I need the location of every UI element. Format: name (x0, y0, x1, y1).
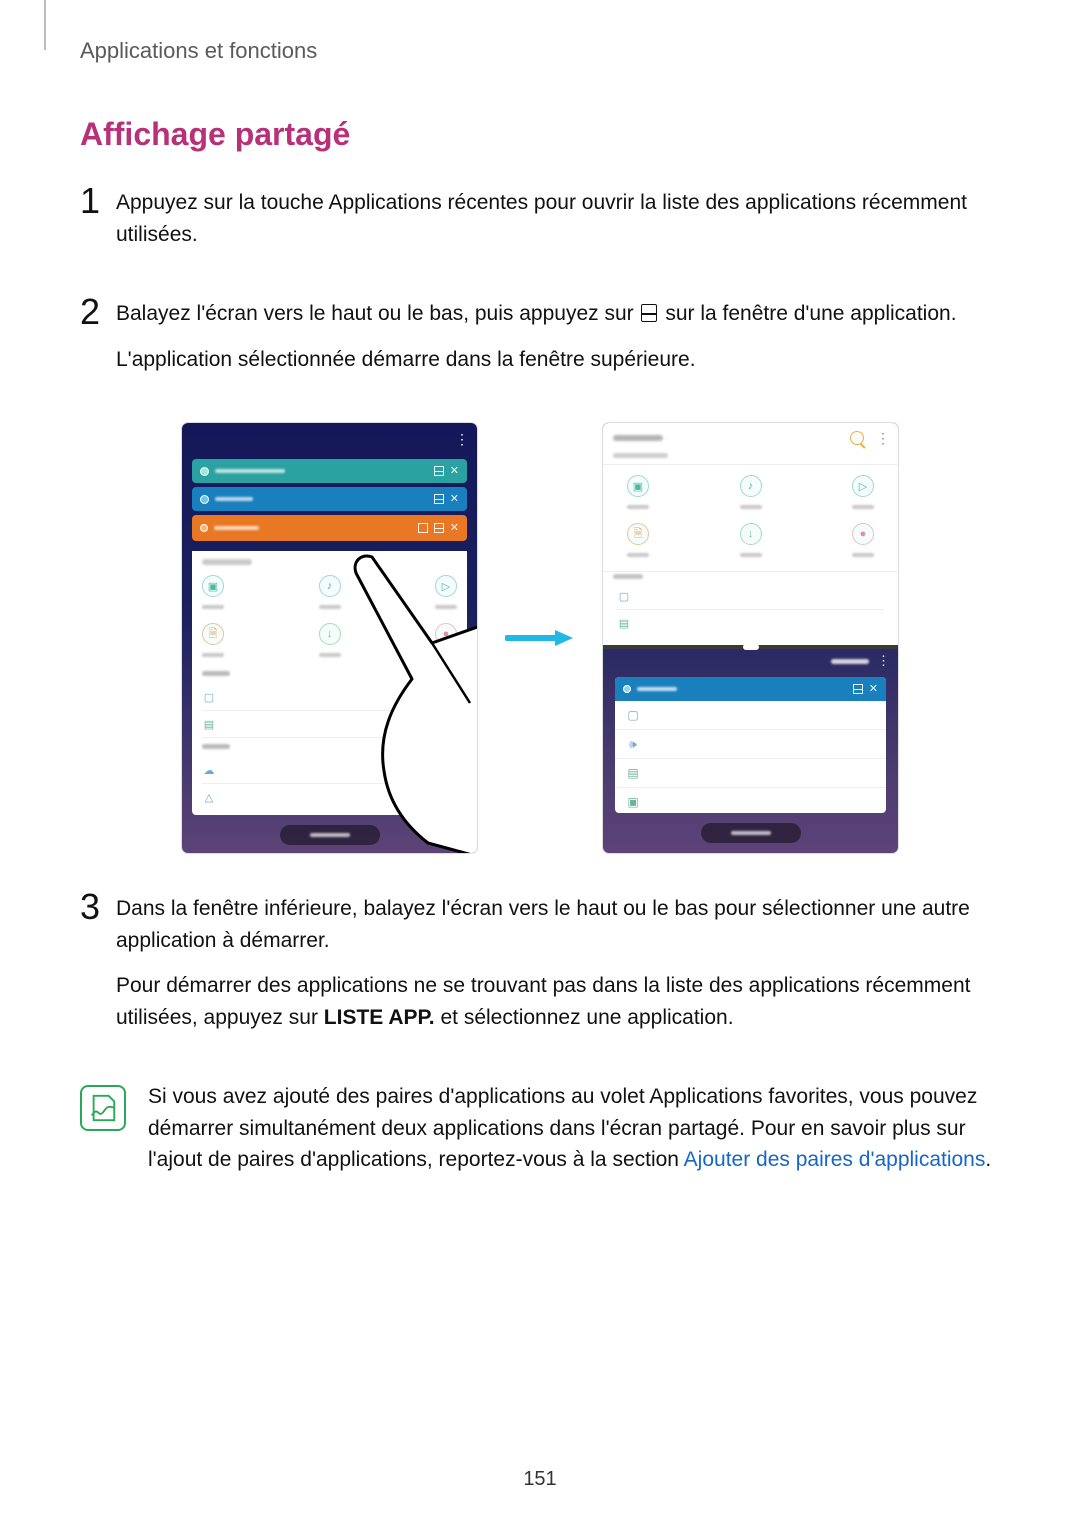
phone-storage-icon: ▢ (202, 690, 216, 704)
split-button-icon (434, 523, 444, 533)
install-icon: ● (852, 523, 874, 545)
arrow-right-icon (505, 628, 575, 648)
step-number-3: 3 (80, 889, 116, 925)
step-3: 3 Dans la fenêtre inférieure, balayez l'… (80, 893, 1000, 1047)
step-number-1: 1 (80, 183, 116, 219)
note-block: Si vous avez ajouté des paires d'applica… (80, 1081, 1000, 1176)
images-icon: ▣ (202, 575, 224, 597)
more-icon: ⋮ (455, 431, 467, 448)
note-body: Si vous avez ajouté des paires d'applica… (148, 1081, 1000, 1176)
close-icon: ✕ (450, 466, 459, 477)
list-item: 🕪 (615, 730, 886, 759)
step-1-body: Appuyez sur la touche Applications récen… (116, 187, 1000, 264)
window-icon (418, 523, 428, 533)
install-icon: ● (435, 623, 457, 645)
close-all-pill (280, 825, 380, 845)
note-icon (80, 1085, 126, 1131)
figure-row: ⋮ ✕ ✕ ✕ ▣ ♪ (80, 423, 1000, 853)
close-icon: ✕ (869, 684, 878, 695)
audio-icon: ♪ (319, 575, 341, 597)
recent-card: ✕ (192, 487, 467, 511)
notifications-icon: ▤ (625, 765, 641, 781)
connections-icon: ▢ (625, 707, 641, 723)
recent-card: ✕ (192, 459, 467, 483)
page-number: 151 (0, 1468, 1080, 1491)
more-icon: ⋮ (872, 430, 888, 447)
app-list-label (831, 659, 869, 664)
split-button-icon (434, 494, 444, 504)
split-button-icon (434, 466, 444, 476)
videos-icon: ▷ (435, 575, 457, 597)
split-screen-icon (641, 304, 657, 322)
figure-split-view: ⋮ ▣ ♪ ▷ 🗎 ↓ (603, 423, 898, 853)
documents-icon: 🗎 (627, 523, 649, 545)
split-button-icon (853, 684, 863, 694)
list-item: ▢ (615, 701, 886, 730)
downloads-icon: ↓ (740, 523, 762, 545)
section-title: Affichage partagé (80, 116, 1000, 153)
videos-icon: ▷ (852, 475, 874, 497)
breadcrumb: Applications et fonctions (80, 38, 1000, 64)
link-app-pairs[interactable]: Ajouter des paires d'applications (684, 1148, 986, 1171)
step-1: 1 Appuyez sur la touche Applications réc… (80, 187, 1000, 264)
split-divider-handle (603, 645, 898, 649)
step-3-body: Dans la fenêtre inférieure, balayez l'éc… (116, 893, 1000, 1047)
documents-icon: 🗎 (202, 623, 224, 645)
list-item: ▤ (615, 759, 886, 788)
step-2-body: Balayez l'écran vers le haut ou le bas, … (116, 298, 1000, 389)
images-icon: ▣ (627, 475, 649, 497)
step-2: 2 Balayez l'écran vers le haut ou le bas… (80, 298, 1000, 389)
downloads-icon: ↓ (319, 623, 341, 645)
phone-storage-icon: ▢ (617, 589, 631, 603)
display-icon: ▣ (625, 794, 641, 810)
close-all-pill (701, 823, 801, 843)
figure-recent-apps: ⋮ ✕ ✕ ✕ ▣ ♪ (182, 423, 477, 853)
recent-card: ✕ (192, 515, 467, 541)
step-number-2: 2 (80, 294, 116, 330)
sound-icon: 🕪 (625, 736, 641, 752)
close-icon: ✕ (450, 494, 459, 505)
list-item: ▣ (615, 788, 886, 813)
drive-icon: △ (202, 790, 216, 804)
sd-card-icon: ▤ (617, 616, 631, 630)
close-icon: ✕ (450, 523, 459, 534)
more-icon: ⋮ (877, 653, 888, 669)
cloud-icon: ☁ (202, 763, 216, 777)
audio-icon: ♪ (740, 475, 762, 497)
sd-card-icon: ▤ (202, 717, 216, 731)
search-icon (850, 431, 864, 445)
